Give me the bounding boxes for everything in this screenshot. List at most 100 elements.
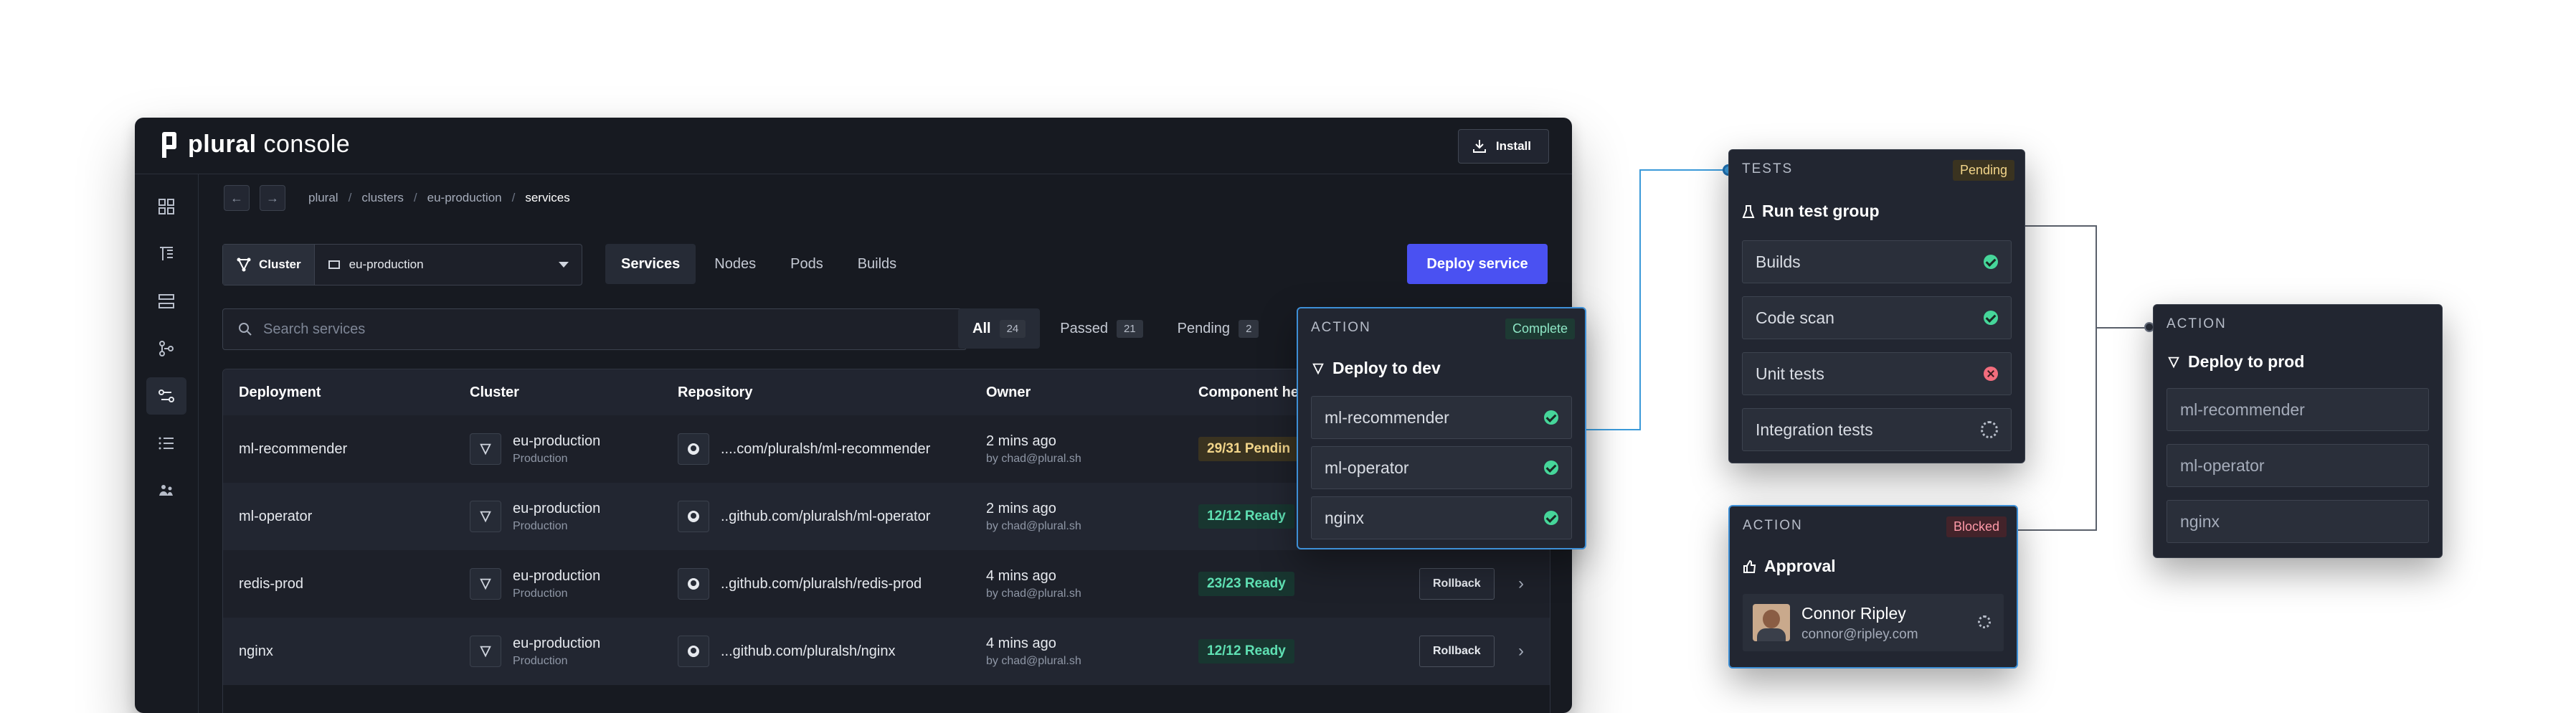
breadcrumb-clusters[interactable]: clusters	[361, 191, 404, 205]
owner-cell: 4 mins ago by chad@plural.sh	[986, 635, 1081, 667]
deployment-name: redis-prod	[239, 575, 304, 592]
filter-passed[interactable]: Passed 21	[1046, 308, 1157, 349]
cluster-select[interactable]: Cluster eu-production	[222, 244, 582, 285]
approval-card[interactable]: ACTION Blocked Approval Connor Ripley co…	[1728, 505, 2018, 669]
deployment-name: ml-operator	[239, 508, 313, 524]
column-header-owner[interactable]: Owner	[986, 384, 1031, 401]
repository-link[interactable]: ...github.com/pluralsh/nginx	[721, 643, 895, 660]
back-button[interactable]: ←	[224, 185, 250, 211]
filter-pending[interactable]: Pending 2	[1163, 308, 1274, 349]
card-title: Deploy to dev	[1311, 359, 1441, 378]
table-row[interactable]: redis-prod eu-production Production ..git…	[223, 550, 1550, 618]
install-label: Install	[1495, 139, 1531, 153]
connector-line	[2014, 529, 2097, 531]
card-kicker: TESTS	[1742, 161, 1794, 176]
tab-services[interactable]: Services	[605, 244, 696, 284]
cluster-icon	[1312, 363, 1324, 374]
cluster-icon	[2168, 356, 2179, 368]
test-item[interactable]: Builds	[1742, 240, 2012, 283]
repository-link[interactable]: ....com/pluralsh/ml-recommender	[721, 441, 930, 458]
connector-line	[2096, 225, 2097, 531]
repository-link[interactable]: ..github.com/pluralsh/ml-operator	[721, 509, 930, 525]
test-item[interactable]: Unit tests	[1742, 352, 2012, 395]
git-branch-icon	[159, 341, 174, 356]
filter-all[interactable]: All 24	[958, 308, 1041, 349]
card-kicker: ACTION	[2167, 316, 2227, 331]
column-header-deployment[interactable]: Deployment	[239, 384, 321, 401]
github-icon	[678, 568, 709, 600]
test-item[interactable]: Code scan	[1742, 296, 2012, 339]
logo-text: plural console	[188, 131, 351, 158]
connector-line	[1585, 429, 1639, 430]
deploy-item[interactable]: nginx	[1311, 496, 1572, 539]
users-icon	[159, 485, 173, 496]
sidebar-item-list[interactable]	[146, 425, 186, 462]
logo[interactable]: plural console	[159, 131, 350, 159]
deploy-prod-card[interactable]: ACTION Deploy to prod ml-recommender ml-…	[2153, 304, 2443, 558]
deploy-item[interactable]: ml-recommender	[1311, 396, 1572, 439]
sidebar-item-git[interactable]	[146, 330, 186, 367]
arrow-left-icon: ←	[230, 190, 243, 205]
cluster-icon	[470, 568, 501, 600]
search-placeholder: Search services	[263, 321, 366, 337]
deploy-item[interactable]: ml-recommender	[2167, 388, 2429, 431]
forward-button[interactable]: →	[260, 185, 285, 211]
sidebar-item-builds[interactable]	[146, 235, 186, 273]
services-icon	[158, 389, 174, 402]
chevron-right-icon[interactable]: ›	[1518, 574, 1524, 594]
rollback-button[interactable]: Rollback	[1419, 636, 1495, 667]
install-button[interactable]: Install	[1457, 129, 1549, 164]
card-kicker: ACTION	[1743, 518, 1803, 533]
server-icon	[158, 294, 174, 308]
loading-spinner-icon	[1981, 421, 1998, 438]
check-circle-icon	[1544, 461, 1558, 475]
filter-count: 24	[999, 319, 1026, 338]
deploy-item[interactable]: ml-operator	[2167, 444, 2429, 487]
avatar	[1753, 604, 1790, 641]
tab-builds[interactable]: Builds	[842, 244, 912, 284]
sidebar-item-services[interactable]	[146, 377, 186, 415]
health-badge: 12/12 Ready	[1198, 504, 1294, 529]
breadcrumb-plural[interactable]: plural	[308, 191, 338, 205]
resource-tabs: Services Nodes Pods Builds	[605, 244, 912, 284]
search-input[interactable]: Search services	[222, 308, 967, 350]
card-title: Run test group	[1742, 202, 1880, 221]
top-bar: plural console Install	[135, 118, 1572, 174]
approver-name: Connor Ripley	[1801, 604, 1906, 623]
tab-pods[interactable]: Pods	[775, 244, 839, 284]
repository-link[interactable]: ..github.com/pluralsh/redis-prod	[721, 576, 922, 592]
breadcrumb-services: services	[525, 191, 570, 204]
breadcrumb-cluster[interactable]: eu-production	[427, 191, 502, 205]
filter-count: 21	[1116, 319, 1143, 338]
tab-nodes[interactable]: Nodes	[699, 244, 772, 284]
download-icon	[1472, 140, 1486, 153]
cluster-cell: eu-production Production	[513, 567, 601, 600]
deploy-service-button[interactable]: Deploy service	[1407, 244, 1548, 284]
approver-row[interactable]: Connor Ripley connor@ripley.com	[1743, 594, 2004, 651]
error-circle-icon	[1984, 367, 1998, 381]
deploy-item[interactable]: nginx	[2167, 500, 2429, 543]
filter-count: 2	[1239, 319, 1259, 338]
column-header-repository[interactable]: Repository	[678, 384, 752, 401]
github-icon	[678, 501, 709, 532]
deploy-item[interactable]: ml-operator	[1311, 446, 1572, 489]
deploy-dev-card[interactable]: ACTION Complete Deploy to dev ml-recomme…	[1297, 307, 1586, 549]
check-circle-icon	[1544, 511, 1558, 525]
cluster-cell: eu-production Production	[513, 500, 601, 532]
sidebar-item-apps[interactable]	[146, 188, 186, 225]
cluster-select-value: eu-production	[315, 258, 559, 272]
column-header-cluster[interactable]: Cluster	[470, 384, 519, 401]
chevron-down-icon	[559, 262, 569, 268]
approver-email: connor@ripley.com	[1801, 627, 1918, 642]
sidebar-item-users[interactable]	[146, 472, 186, 509]
health-badge: 23/23 Ready	[1198, 572, 1294, 596]
tests-card[interactable]: TESTS Pending Run test group Builds Code…	[1728, 149, 2025, 463]
sidebar-item-clusters[interactable]	[146, 283, 186, 320]
test-item[interactable]: Integration tests	[1742, 408, 2012, 451]
owner-cell: 2 mins ago by chad@plural.sh	[986, 433, 1081, 465]
table-row[interactable]: nginx eu-production Production ...github.…	[223, 618, 1550, 685]
thumbs-up-icon	[1743, 559, 1756, 573]
column-header-health[interactable]: Component he	[1198, 384, 1299, 401]
rollback-button[interactable]: Rollback	[1419, 568, 1495, 600]
chevron-right-icon[interactable]: ›	[1518, 641, 1524, 661]
